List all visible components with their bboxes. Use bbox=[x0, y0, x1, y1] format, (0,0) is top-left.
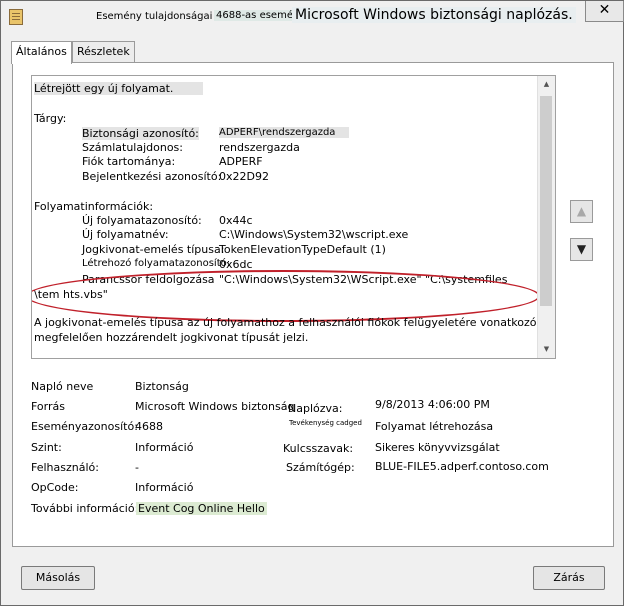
process-heading: Folyamatinformációk: bbox=[34, 200, 154, 213]
process-new-name-value: C:\Windows\System32\wscript.exe bbox=[219, 228, 409, 241]
event-viewer-icon bbox=[9, 9, 23, 25]
tab-general[interactable]: Általános bbox=[11, 41, 72, 64]
process-cmdline-label: Parancssor feldolgozása bbox=[82, 273, 215, 286]
subject-account-name-label: Számlatulajdonos: bbox=[82, 141, 183, 154]
task-category-value: Folyamat létrehozása bbox=[375, 420, 494, 433]
subject-security-id-value: ADPERF\rendszergazda bbox=[219, 127, 350, 138]
log-name-label: Napló neve bbox=[31, 380, 94, 393]
window-title-part1: Esemény tulajdonságai - bbox=[96, 11, 220, 22]
level-value: Információ bbox=[135, 441, 194, 454]
close-window-button[interactable]: ✕ bbox=[585, 1, 624, 22]
event-id-value: 4688 bbox=[135, 420, 163, 433]
log-name-value: Biztonság bbox=[135, 380, 189, 393]
window-title-source: Microsoft Windows biztonsági naplózás. bbox=[292, 7, 576, 23]
scroll-up-arrow-icon[interactable]: ▲ bbox=[538, 76, 555, 93]
subject-logon-id-value: 0x22D92 bbox=[219, 170, 269, 183]
event-properties-window: Esemény tulajdonságai - 4688-as esemény … bbox=[0, 0, 624, 606]
description-footer-line1: A jogkivonat-emelés típusa az új folyama… bbox=[34, 316, 556, 329]
opcode-label: OpCode: bbox=[31, 481, 79, 494]
previous-event-arrow-icon[interactable]: ▲ bbox=[570, 200, 593, 223]
description-scrollbar[interactable]: ▲ ▼ bbox=[537, 76, 555, 358]
computer-value: BLUE-FILE5.adperf.contoso.com bbox=[375, 460, 549, 473]
scrollbar-thumb[interactable] bbox=[540, 96, 552, 306]
subject-account-name-value: rendszergazda bbox=[219, 141, 300, 154]
scroll-down-arrow-icon[interactable]: ▼ bbox=[538, 341, 555, 358]
process-creator-id-value: 0x6dc bbox=[219, 258, 253, 271]
more-info-label: További információ: bbox=[31, 502, 139, 515]
process-new-id-label: Új folyamatazonosító: bbox=[82, 214, 202, 227]
process-creator-id-label: Létrehozó folyamatazonosító: bbox=[82, 258, 231, 269]
process-cmdline-continuation: \tem hts.vbs" bbox=[34, 288, 108, 301]
description-footer-line2: megfelelően hozzárendelt jogkivonat típu… bbox=[34, 331, 309, 344]
event-id-label: Eseményazonosító: bbox=[31, 420, 138, 433]
subject-logon-id-label: Bejelentkezési azonosító: bbox=[82, 170, 222, 183]
title-bar: Esemény tulajdonságai - 4688-as esemény … bbox=[1, 1, 624, 33]
close-button[interactable]: Zárás bbox=[533, 566, 605, 590]
more-info-link[interactable]: Event Cog Online Hello bbox=[136, 502, 267, 515]
process-elevation-label: Jogkivonat-emelés típusa: bbox=[82, 243, 225, 256]
subject-domain-label: Fiók tartománya: bbox=[82, 155, 176, 168]
copy-button[interactable]: Másolás bbox=[21, 566, 95, 590]
process-new-name-label: Új folyamatnév: bbox=[82, 228, 169, 241]
description-intro: Létrejött egy új folyamat. bbox=[34, 82, 204, 95]
keywords-label: Kulcsszavak: bbox=[283, 442, 354, 455]
subject-heading: Tárgy: bbox=[34, 112, 67, 125]
user-label: Felhasználó: bbox=[31, 461, 99, 474]
event-description-text: Létrejött egy új folyamat. Tárgy: Bizton… bbox=[32, 76, 555, 358]
logged-value: 9/8/2013 4:06:00 PM bbox=[375, 398, 490, 411]
task-category-label: Tevékenység cadged bbox=[289, 419, 362, 427]
logged-label: Naplózva: bbox=[288, 402, 343, 415]
subject-security-id-label: Biztonsági azonosító: bbox=[82, 127, 199, 140]
level-label: Szint: bbox=[31, 441, 62, 454]
subject-domain-value: ADPERF bbox=[219, 155, 263, 168]
event-description-box[interactable]: Létrejött egy új folyamat. Tárgy: Bizton… bbox=[31, 75, 556, 359]
tab-details[interactable]: Részletek bbox=[72, 41, 135, 63]
next-event-arrow-icon[interactable]: ▼ bbox=[570, 238, 593, 261]
process-elevation-value: TokenElevationTypeDefault (1) bbox=[219, 243, 386, 256]
process-cmdline-value: "C:\Windows\System32\WScript.exe" "C:\sy… bbox=[219, 273, 508, 286]
source-value: Microsoft Windows biztonság bbox=[135, 400, 295, 413]
opcode-value: Információ bbox=[135, 481, 194, 494]
user-value: - bbox=[135, 461, 139, 474]
general-tab-panel: Létrejött egy új folyamat. Tárgy: Bizton… bbox=[12, 62, 614, 547]
source-label: Forrás bbox=[31, 400, 65, 413]
process-new-id-value: 0x44c bbox=[219, 214, 253, 227]
computer-label: Számítógép: bbox=[286, 461, 355, 474]
keywords-value: Sikeres könyvvizsgálat bbox=[375, 441, 500, 454]
